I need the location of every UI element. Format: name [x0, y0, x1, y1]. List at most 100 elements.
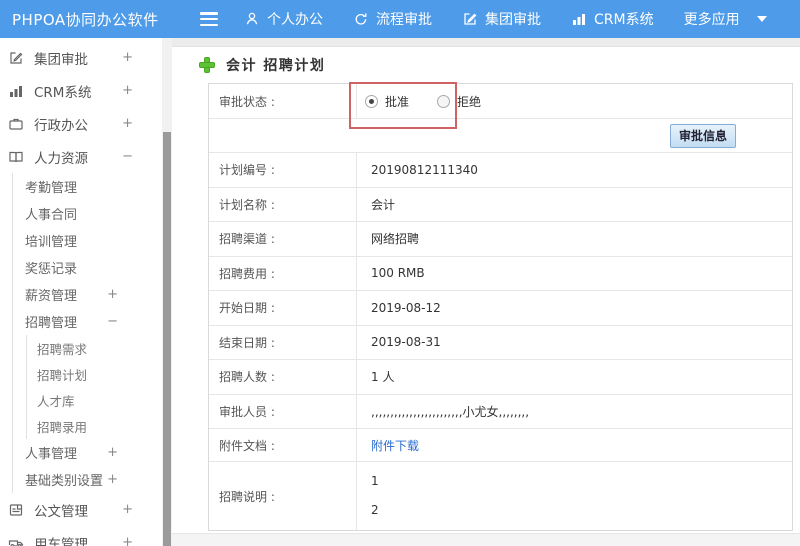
sidebar-item-attendance[interactable]: 考勤管理	[13, 173, 162, 200]
nav-label: 更多应用	[683, 12, 740, 28]
expand-icon: +	[107, 287, 118, 302]
sidebar-item-label: 奖惩记录	[25, 262, 78, 277]
sidebar-item-label: 人才库	[37, 393, 75, 409]
sidebar-item-recruit-demand[interactable]: 招聘需求	[27, 335, 162, 361]
book-icon	[8, 148, 25, 165]
field-value: 2019-08-12	[371, 300, 441, 315]
page-header: 会计 招聘计划	[172, 47, 800, 83]
field-label: 招聘渠道 :	[209, 222, 357, 256]
collapse-icon: −	[122, 149, 133, 164]
collapse-icon: −	[107, 314, 118, 329]
nav-label: 集团审批	[485, 12, 541, 28]
person-icon	[244, 11, 260, 27]
sidebar-item-label: 人力资源	[34, 150, 88, 167]
attachment-download-link[interactable]: 附件下载	[371, 437, 419, 454]
app-logo[interactable]: PHPOA协同办公软件	[0, 9, 200, 30]
add-icon[interactable]	[200, 58, 214, 72]
top-nav-menu: 个人办公 流程审批 集团审批 CRM系统 更多应用	[244, 9, 767, 29]
sidebar-item-label: 培训管理	[25, 235, 78, 250]
sidebar-item-hr-contract[interactable]: 人事合同	[13, 200, 162, 227]
sidebar-item-documents[interactable]: 公文管理 +	[0, 493, 162, 526]
expand-icon: +	[122, 83, 133, 98]
sidebar-item-label: 基础类别设置	[25, 474, 104, 489]
sidebar-item-crm[interactable]: CRM系统 +	[0, 74, 162, 107]
expand-icon: +	[107, 472, 118, 487]
hamburger-menu-icon[interactable]	[200, 12, 218, 26]
field-label: 计划名称 :	[209, 187, 357, 221]
sidebar-item-personnel[interactable]: 人事管理 +	[13, 439, 162, 466]
plan-name-row: 计划名称 : 会计	[209, 187, 792, 222]
nav-label: CRM系统	[594, 12, 654, 28]
field-value: 2019-08-31	[371, 335, 441, 350]
nav-process-approval[interactable]: 流程审批	[353, 9, 432, 29]
field-value: 100 RMB	[371, 266, 425, 281]
sidebar-item-talent-pool[interactable]: 人才库	[27, 387, 162, 413]
sidebar-item-label: 行政办公	[34, 117, 88, 134]
field-label: 审批状态 :	[209, 84, 357, 118]
headcount-row: 招聘人数 : 1 人	[209, 360, 792, 395]
sidebar-scrollbar[interactable]	[162, 38, 172, 546]
description-value: 1 2	[357, 462, 792, 530]
sidebar-item-label: 招聘需求	[37, 341, 88, 357]
sidebar-item-hr[interactable]: 人力资源 −	[0, 140, 162, 173]
sidebar-item-label: 招聘录用	[37, 419, 88, 435]
sidebar-item-label: 薪资管理	[25, 289, 78, 304]
content-bottom-strip	[172, 533, 800, 546]
sidebar-item-group-approval[interactable]: 集团审批 +	[0, 41, 162, 74]
sidebar: 集团审批 + CRM系统 + 行政办公 + 人力资源 − 考勤管理 人事合同 培…	[0, 38, 162, 546]
car-icon	[8, 534, 25, 546]
expand-icon: +	[122, 535, 133, 546]
page-title: 会计 招聘计划	[226, 58, 326, 74]
content-top-strip	[172, 38, 800, 47]
sidebar-item-base-category[interactable]: 基础类别设置 +	[13, 466, 162, 493]
edit-square-icon	[8, 49, 25, 66]
radio-approve[interactable]	[365, 94, 378, 108]
sidebar-item-label: 公文管理	[34, 503, 88, 520]
expand-icon: +	[122, 116, 133, 131]
approval-info-button[interactable]: 审批信息	[670, 123, 736, 148]
sidebar-item-rewards[interactable]: 奖惩记录	[13, 254, 162, 281]
nav-personal-office[interactable]: 个人办公	[244, 9, 323, 29]
expand-icon: +	[122, 50, 133, 65]
field-value: 网络招聘	[371, 232, 420, 247]
hr-submenu: 考勤管理 人事合同 培训管理 奖惩记录 薪资管理 + 招聘管理 − 招聘需求 招…	[12, 173, 162, 493]
bar-chart-icon	[8, 82, 25, 99]
sidebar-item-label: CRM系统	[34, 84, 92, 101]
field-label: 招聘人数 :	[209, 360, 357, 394]
cycle-arrow-icon	[353, 11, 369, 27]
field-value: ,,,,,,,,,,,,,,,,,,,,,,,,小尤女,,,,,,,,	[371, 404, 530, 419]
approval-status-options: 批准 拒绝	[357, 84, 792, 118]
sidebar-item-label: 用车管理	[34, 536, 88, 546]
radio-reject[interactable]	[437, 94, 451, 108]
document-icon	[8, 501, 25, 518]
field-label: 审批人员 :	[209, 394, 357, 428]
main-content: 会计 招聘计划 审批状态 : 批准 拒绝 审批信息 计划编号 : 2019081…	[172, 38, 800, 546]
field-label: 结束日期 :	[209, 325, 357, 359]
expand-icon: +	[122, 502, 133, 517]
sidebar-item-recruit-plan[interactable]: 招聘计划	[27, 361, 162, 387]
nav-label: 流程审批	[376, 12, 432, 28]
field-value: 1 人	[371, 370, 395, 385]
sidebar-item-label: 考勤管理	[25, 181, 78, 196]
description-line: 1	[371, 474, 379, 488]
radio-reject-label: 拒绝	[457, 94, 482, 109]
sidebar-item-admin-office[interactable]: 行政办公 +	[0, 107, 162, 140]
top-navbar: PHPOA协同办公软件 个人办公 流程审批 集团审批 CRM系统 更多应用	[0, 0, 800, 38]
field-label: 招聘说明 :	[209, 462, 357, 530]
scrollbar-thumb[interactable]	[163, 132, 171, 546]
sidebar-item-vehicle[interactable]: 用车管理 +	[0, 526, 162, 546]
nav-more-apps[interactable]: 更多应用	[684, 9, 767, 29]
sidebar-item-salary[interactable]: 薪资管理 +	[13, 281, 162, 308]
description-row: 招聘说明 : 1 2	[209, 462, 792, 530]
edit-square-icon	[462, 11, 478, 27]
field-label: 计划编号 :	[209, 153, 357, 187]
sidebar-item-label: 招聘计划	[37, 367, 88, 383]
bar-chart-icon	[571, 11, 587, 27]
nav-group-approval[interactable]: 集团审批	[462, 9, 541, 29]
field-value: 20190812111340	[371, 162, 478, 177]
sidebar-item-recruitment[interactable]: 招聘管理 −	[13, 308, 162, 335]
start-date-row: 开始日期 : 2019-08-12	[209, 291, 792, 326]
sidebar-item-recruit-hire[interactable]: 招聘录用	[27, 413, 162, 439]
sidebar-item-training[interactable]: 培训管理	[13, 227, 162, 254]
nav-crm-system[interactable]: CRM系统	[571, 9, 654, 29]
